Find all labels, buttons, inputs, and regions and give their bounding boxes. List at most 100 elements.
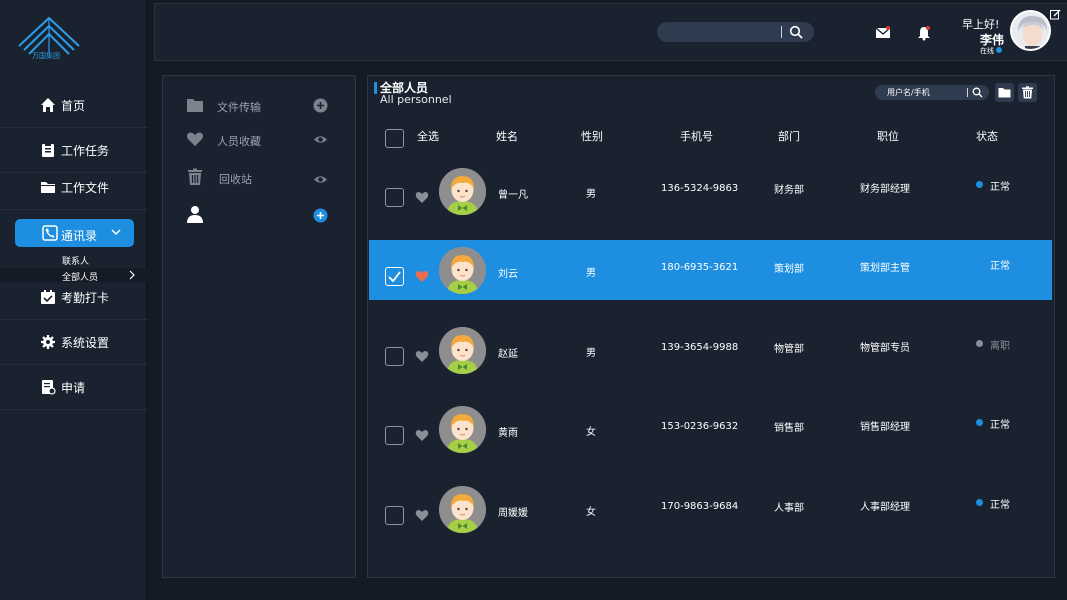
nav-files[interactable]: 工作文件 xyxy=(0,165,148,210)
chevron-down-icon xyxy=(111,229,121,236)
cell-dept: 销售部 xyxy=(774,423,804,434)
th-phone: 手机号 xyxy=(680,130,713,143)
contacts-icon xyxy=(42,225,58,241)
cell-position: 人事部经理 xyxy=(860,502,910,513)
person-avatar xyxy=(439,247,486,294)
home-icon xyxy=(41,98,55,112)
trash-icon xyxy=(1022,86,1033,99)
nav-apply[interactable]: 申请 xyxy=(0,365,148,410)
search-separator xyxy=(781,26,782,38)
lp-recycle-bin[interactable]: 回收站 xyxy=(163,166,357,190)
person-avatar xyxy=(439,168,486,215)
left-panel: 文件传输 人员收藏 回收站 xyxy=(162,75,356,578)
edit-icon[interactable] xyxy=(1050,9,1061,20)
lp-recycle-bin-label: 回收站 xyxy=(219,173,252,186)
cell-phone: 136-5324-9863 xyxy=(661,183,739,194)
row-checkbox[interactable] xyxy=(385,347,404,366)
cell-dept: 策划部 xyxy=(774,264,804,275)
folder-icon xyxy=(187,99,203,112)
cell-dept: 财务部 xyxy=(774,185,804,196)
person-avatar-icon xyxy=(439,247,486,294)
cell-gender: 男 xyxy=(586,348,596,359)
favorite-heart-icon[interactable] xyxy=(415,190,429,204)
favorite-heart-icon[interactable] xyxy=(415,508,429,522)
user-search-input[interactable]: 用户名/手机 xyxy=(875,85,989,100)
application-icon xyxy=(42,380,56,395)
status-dot xyxy=(976,181,983,188)
cell-phone: 180-6935-3621 xyxy=(661,262,739,273)
favorite-heart-icon[interactable] xyxy=(415,349,429,363)
favorite-heart-icon[interactable] xyxy=(415,428,429,442)
cell-name: 周媛媛 xyxy=(498,508,528,519)
row-checkbox[interactable] xyxy=(385,506,404,525)
favorite-heart-icon[interactable] xyxy=(415,269,429,283)
trash-icon xyxy=(188,168,202,185)
cell-position: 销售部经理 xyxy=(860,422,910,433)
cell-name: 刘云 xyxy=(498,269,518,280)
status-dot xyxy=(976,260,983,267)
cell-gender: 女 xyxy=(586,507,596,518)
user-search-placeholder: 用户名/手机 xyxy=(887,88,930,97)
user-avatar[interactable] xyxy=(1010,10,1051,51)
nav-contacts-label: 通讯录 xyxy=(61,229,98,243)
task-icon xyxy=(42,143,54,157)
bell-icon[interactable] xyxy=(916,25,932,41)
folder-button[interactable] xyxy=(995,83,1014,102)
eye-icon[interactable] xyxy=(313,132,328,147)
person-avatar-icon xyxy=(439,327,486,374)
cell-name: 黄雨 xyxy=(498,428,518,439)
nav-home[interactable]: 首页 xyxy=(0,83,148,128)
nav-contacts[interactable]: 通讯录 xyxy=(15,219,134,247)
select-all-checkbox[interactable] xyxy=(385,129,404,148)
lp-favorites[interactable]: 人员收藏 xyxy=(163,128,357,152)
online-dot xyxy=(996,47,1002,53)
eye-icon[interactable] xyxy=(313,172,328,187)
nav-settings[interactable]: 系统设置 xyxy=(0,320,148,365)
panel-subtitle: All personnel xyxy=(380,93,452,106)
nav-attendance-label: 考勤打卡 xyxy=(61,290,110,305)
brand-name: 万国集团 xyxy=(32,52,60,60)
row-checkbox[interactable] xyxy=(385,426,404,445)
th-dept: 部门 xyxy=(778,130,800,143)
lp-favorites-label: 人员收藏 xyxy=(217,135,261,148)
person-avatar-icon xyxy=(439,168,486,215)
cell-position: 策划部主管 xyxy=(860,263,910,274)
person-avatar xyxy=(439,327,486,374)
sub-nav-contact-people[interactable]: 联系人 xyxy=(62,254,89,267)
th-gender: 性别 xyxy=(581,130,603,143)
folder-icon xyxy=(41,182,55,193)
cell-status: 离职 xyxy=(990,341,1010,352)
cell-position: 物管部专员 xyxy=(860,343,910,354)
cell-name: 赵延 xyxy=(498,349,518,360)
lp-file-transfer[interactable]: 文件传输 xyxy=(163,94,357,118)
th-select-all: 全选 xyxy=(417,130,439,143)
status-dot xyxy=(976,499,983,506)
nav-home-label: 首页 xyxy=(61,98,86,113)
mail-icon[interactable] xyxy=(875,25,891,41)
gear-icon xyxy=(41,335,55,349)
nav-apply-label: 申请 xyxy=(61,380,86,395)
nav-files-label: 工作文件 xyxy=(61,180,110,195)
nav-tasks-label: 工作任务 xyxy=(61,143,110,158)
row-checkbox[interactable] xyxy=(385,188,404,207)
folder-icon xyxy=(998,88,1011,98)
delete-button[interactable] xyxy=(1018,83,1037,102)
cell-phone: 170-9863-9684 xyxy=(661,501,739,512)
lp-user[interactable] xyxy=(163,203,357,227)
search-icon[interactable] xyxy=(972,87,983,98)
sidebar: 万国集团 首页 工作任务 工作文件 通讯录 联系人 全部人员 考勤打卡 系统设置… xyxy=(0,0,148,600)
title-accent-bar xyxy=(374,82,377,94)
row-checkbox[interactable] xyxy=(385,267,404,286)
heart-icon xyxy=(187,132,203,146)
plus-circle-icon[interactable] xyxy=(313,98,328,113)
cell-phone: 153-0236-9632 xyxy=(661,421,739,432)
cell-phone: 139-3654-9988 xyxy=(661,342,739,353)
global-search[interactable] xyxy=(657,22,814,42)
search-icon[interactable] xyxy=(789,25,803,39)
plus-circle-icon[interactable] xyxy=(313,208,328,223)
cell-gender: 男 xyxy=(586,189,596,200)
nav-attendance[interactable]: 考勤打卡 xyxy=(0,275,148,320)
cell-status: 正常 xyxy=(990,420,1010,431)
cell-status: 正常 xyxy=(990,182,1010,193)
th-position: 职位 xyxy=(877,130,899,143)
